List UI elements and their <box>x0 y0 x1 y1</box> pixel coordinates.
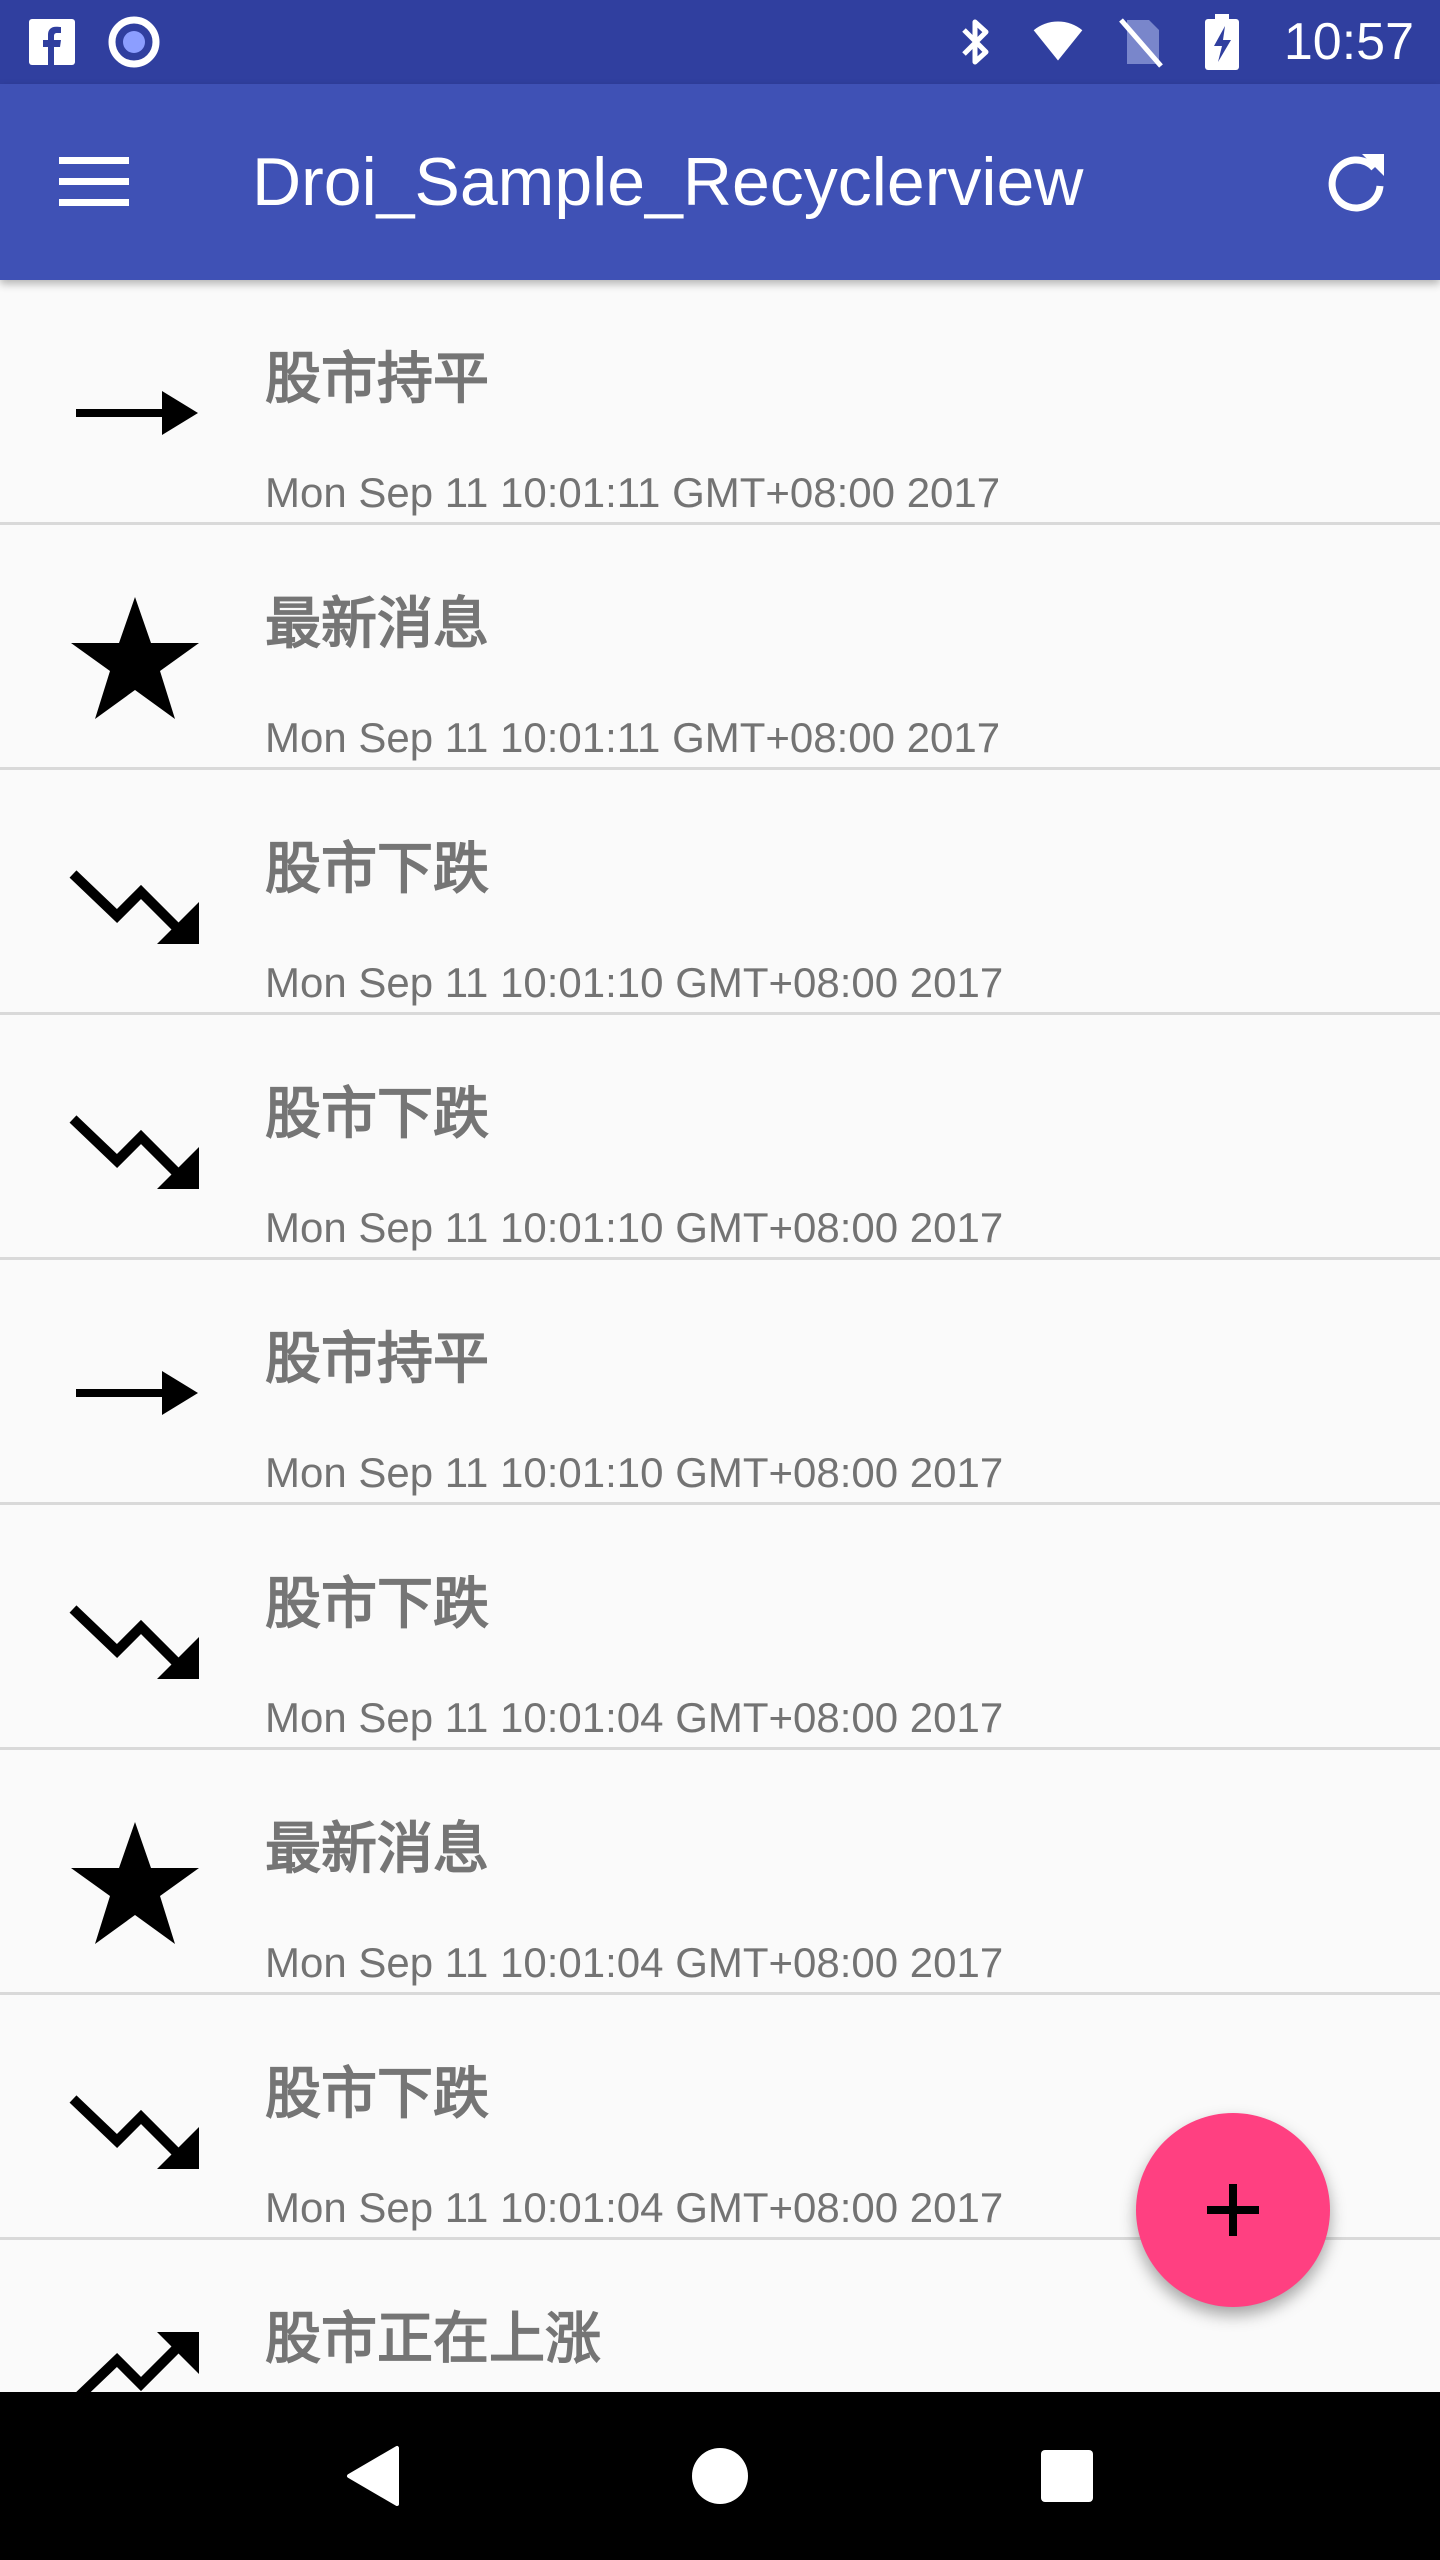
status-clock: 10:57 <box>1283 13 1414 71</box>
list-item[interactable]: 股市持平 Mon Sep 11 10:01:11 GMT+08:00 2017 <box>0 280 1440 525</box>
trending-down-icon <box>60 1073 210 1223</box>
list-item[interactable]: 股市持平 Mon Sep 11 10:01:10 GMT+08:00 2017 <box>0 1260 1440 1505</box>
back-icon <box>347 2446 400 2506</box>
list-item[interactable]: 最新消息 Mon Sep 11 10:01:11 GMT+08:00 2017 <box>0 525 1440 770</box>
status-right: 10:57 <box>950 12 1414 72</box>
list-item-timestamp: Mon Sep 11 10:01:10 GMT+08:00 2017 <box>265 1449 1004 1496</box>
list-item-timestamp: Mon Sep 11 10:01:11 GMT+08:00 2017 <box>265 714 1001 761</box>
list-item-title: 股市持平 <box>265 347 489 412</box>
status-bar: 10:57 <box>0 0 1440 84</box>
home-button[interactable] <box>660 2416 780 2536</box>
star-icon <box>60 1808 210 1958</box>
battery-charging-icon <box>1196 14 1248 70</box>
facebook-icon <box>26 16 78 68</box>
record-icon <box>108 16 160 68</box>
add-fab-button[interactable] <box>1136 2113 1330 2307</box>
home-icon <box>691 2448 748 2504</box>
list-item[interactable]: 股市下跌 Mon Sep 11 10:01:04 GMT+08:00 2017 <box>0 1505 1440 1750</box>
app-bar: Droi_Sample_Recyclerview <box>0 84 1440 280</box>
trending-up-icon <box>60 2298 210 2392</box>
status-left <box>26 16 160 68</box>
menu-button[interactable] <box>44 132 144 232</box>
list-item-title: 股市下跌 <box>265 1572 489 1637</box>
list-item[interactable]: 股市下跌 Mon Sep 11 10:01:10 GMT+08:00 2017 <box>0 1015 1440 1260</box>
list-item-timestamp: Mon Sep 11 10:01:04 GMT+08:00 2017 <box>265 1939 1004 1986</box>
list-item-timestamp: Mon Sep 11 10:01:04 GMT+08:00 2017 <box>265 1694 1004 1741</box>
trending-flat-icon <box>60 1318 210 1468</box>
list-item[interactable]: 最新消息 Mon Sep 11 10:01:04 GMT+08:00 2017 <box>0 1750 1440 1995</box>
bluetooth-icon <box>950 16 1002 68</box>
list-item-title: 最新消息 <box>265 1817 489 1882</box>
trending-down-icon <box>60 2053 210 2203</box>
recents-icon <box>1040 2450 1093 2502</box>
list-item-title: 股市下跌 <box>265 2062 489 2127</box>
list-item-title: 股市持平 <box>265 1327 489 1392</box>
trending-down-icon <box>60 828 210 978</box>
recents-button[interactable] <box>1007 2416 1127 2536</box>
refresh-icon <box>1328 154 1384 212</box>
navigation-bar <box>0 2392 1440 2560</box>
list-item-title: 最新消息 <box>265 592 489 657</box>
list-item-title: 股市正在上涨 <box>265 2307 601 2372</box>
back-button[interactable] <box>313 2416 433 2536</box>
no-sim-icon <box>1114 16 1166 68</box>
list-item[interactable]: 股市下跌 Mon Sep 11 10:01:10 GMT+08:00 2017 <box>0 770 1440 1015</box>
trending-flat-icon <box>60 338 210 488</box>
menu-icon <box>59 157 129 206</box>
add-icon <box>1207 2184 1259 2236</box>
list-item-timestamp: Mon Sep 11 10:01:10 GMT+08:00 2017 <box>265 1204 1004 1251</box>
star-icon <box>60 583 210 733</box>
list-item-timestamp: Mon Sep 11 10:01:04 GMT+08:00 2017 <box>265 2184 1004 2231</box>
list-item-timestamp: Mon Sep 11 10:01:11 GMT+08:00 2017 <box>265 469 1001 516</box>
list-item-timestamp: Mon Sep 11 10:01:10 GMT+08:00 2017 <box>265 959 1004 1006</box>
refresh-button[interactable] <box>1306 132 1406 232</box>
app-title: Droi_Sample_Recyclerview <box>252 144 1084 220</box>
trending-down-icon <box>60 1563 210 1713</box>
list-item-title: 股市下跌 <box>265 837 489 902</box>
wifi-icon <box>1032 16 1084 68</box>
list-item-title: 股市下跌 <box>265 1082 489 1147</box>
recycler-list[interactable]: 股市持平 Mon Sep 11 10:01:11 GMT+08:00 2017 最新… <box>0 280 1440 2392</box>
